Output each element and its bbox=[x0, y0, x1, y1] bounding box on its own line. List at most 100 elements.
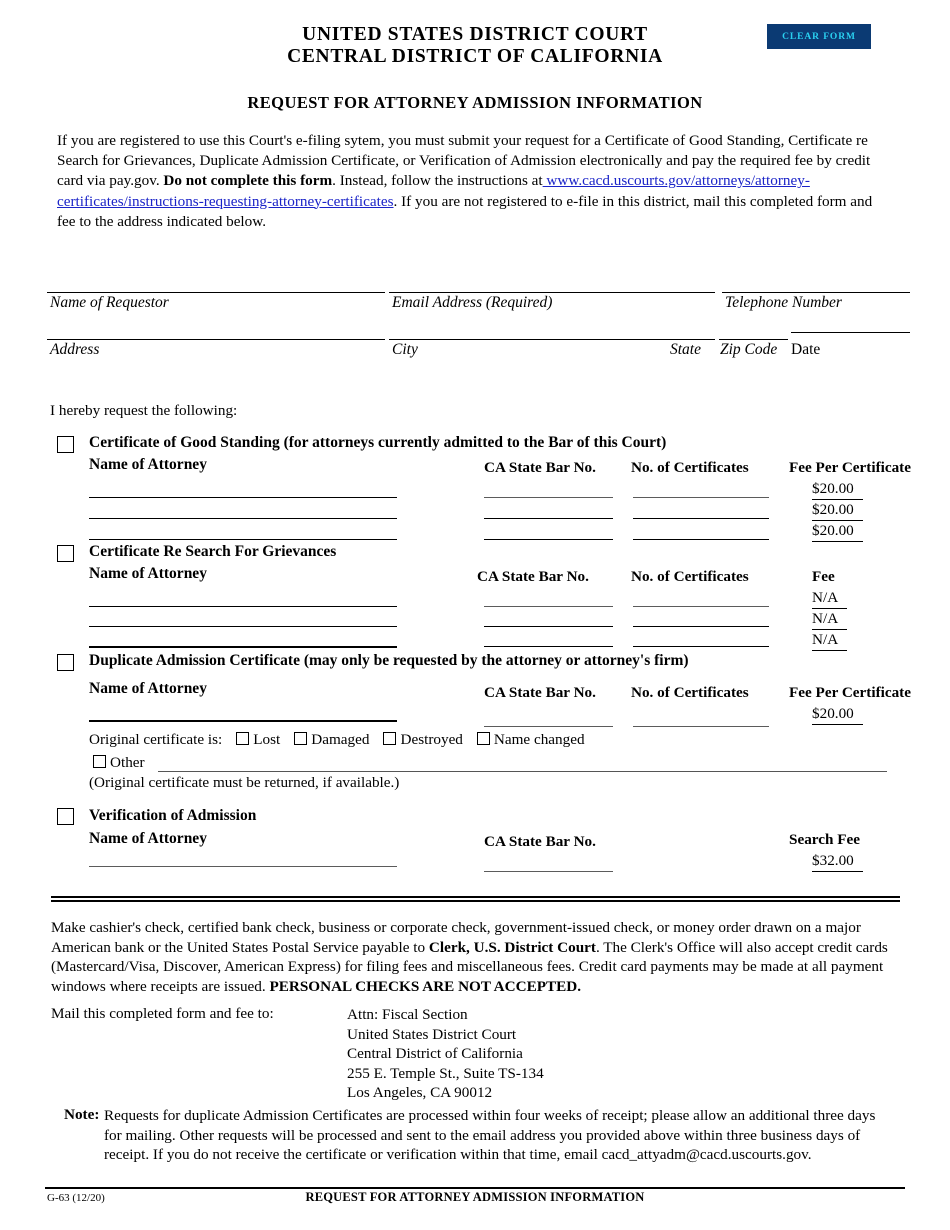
checkbox-name-changed[interactable] bbox=[476, 732, 490, 745]
mail-to-label: Mail this completed form and fee to: bbox=[51, 1005, 274, 1022]
bar-no-input-4-1[interactable] bbox=[484, 871, 613, 872]
section-title-grievances: Certificate Re Search For Grievances bbox=[89, 543, 337, 560]
attorney-name-input-3-1[interactable] bbox=[89, 720, 397, 722]
certificates-input-1-2[interactable] bbox=[633, 518, 769, 519]
certificates-input-2-1[interactable] bbox=[633, 606, 769, 607]
attorney-name-input-1-2[interactable] bbox=[89, 518, 397, 519]
search-fee-value: $32.00 bbox=[812, 852, 863, 872]
option-label-name-changed: Name changed bbox=[493, 731, 585, 748]
attorney-name-input-2-2[interactable] bbox=[89, 626, 397, 627]
fee-value-1-1: $20.00 bbox=[812, 480, 863, 500]
column-header-certificates-2: No. of Certificates bbox=[631, 568, 749, 585]
attorney-name-input-4-1[interactable] bbox=[89, 866, 397, 867]
bar-no-input-2-3[interactable] bbox=[484, 646, 613, 647]
form-page: UNITED STATES DISTRICT COURT CENTRAL DIS… bbox=[0, 0, 950, 1230]
name-of-attorney-label-1: Name of Attorney bbox=[89, 456, 207, 473]
column-header-search-fee: Search Fee bbox=[789, 831, 860, 848]
zip-code-line[interactable] bbox=[719, 339, 788, 340]
intro-bold-1: Do not complete this form bbox=[163, 172, 333, 190]
column-header-bar-no-1: CA State Bar No. bbox=[484, 459, 596, 476]
certificates-input-1-3[interactable] bbox=[633, 539, 769, 540]
bar-no-input-2-1[interactable] bbox=[484, 606, 613, 607]
bar-no-input-1-3[interactable] bbox=[484, 539, 613, 540]
original-certificate-row: Original certificate is: Lost Damaged Destr… bbox=[89, 731, 585, 749]
checkbox-certificate-re-search-grievances[interactable] bbox=[57, 545, 74, 562]
email-address-label: Email Address (Required) bbox=[392, 294, 553, 311]
bar-no-input-3-1[interactable] bbox=[484, 726, 613, 727]
section-title-good-standing: Certificate of Good Standing (for attorn… bbox=[89, 434, 667, 451]
intro-text-2: . Instead, follow the instructions at bbox=[332, 172, 543, 190]
date-label: Date bbox=[791, 341, 821, 358]
fee-value-2-3: N/A bbox=[812, 631, 848, 651]
section-title-verification: Verification of Admission bbox=[89, 807, 257, 824]
checkbox-duplicate-admission-certificate[interactable] bbox=[57, 654, 74, 671]
option-label-other: Other bbox=[110, 754, 145, 771]
name-of-requestor-label: Name of Requestor bbox=[50, 294, 169, 311]
bar-no-input-1-2[interactable] bbox=[484, 518, 613, 519]
original-return-note: (Original certificate must be returned, … bbox=[89, 774, 400, 791]
certificates-input-2-3[interactable] bbox=[633, 646, 769, 647]
footer-divider bbox=[45, 1187, 905, 1189]
section-divider-double-rule bbox=[51, 896, 900, 902]
name-of-attorney-label-3: Name of Attorney bbox=[89, 680, 207, 697]
zip-code-label: Zip Code bbox=[720, 341, 778, 358]
section-title-duplicate: Duplicate Admission Certificate (may onl… bbox=[89, 652, 689, 669]
checkbox-other[interactable] bbox=[93, 755, 106, 768]
intro-paragraph: If you are registered to use this Court'… bbox=[57, 131, 889, 232]
column-header-bar-no-2: CA State Bar No. bbox=[477, 568, 589, 585]
original-certificate-prompt: Original certificate is: bbox=[89, 731, 223, 748]
note-label: Note: bbox=[64, 1106, 100, 1123]
footer-title: REQUEST FOR ATTORNEY ADMISSION INFORMATI… bbox=[305, 1190, 645, 1204]
column-header-fee-2: Fee bbox=[812, 568, 835, 585]
other-text-input[interactable] bbox=[158, 771, 887, 772]
fee-value-1-2: $20.00 bbox=[812, 501, 863, 521]
column-header-bar-no-3: CA State Bar No. bbox=[484, 684, 596, 701]
payment-bold-payee: Clerk, U.S. District Court bbox=[428, 938, 596, 956]
city-state-line[interactable] bbox=[389, 339, 715, 340]
column-header-certificates-3: No. of Certificates bbox=[631, 684, 749, 701]
address-line[interactable] bbox=[47, 339, 385, 340]
hereby-request-label: I hereby request the following: bbox=[50, 402, 238, 419]
option-label-destroyed: Destroyed bbox=[400, 731, 463, 748]
address-label: Address bbox=[50, 341, 100, 358]
payment-instructions-paragraph: Make cashier's check, certified bank che… bbox=[51, 918, 896, 996]
address-line-3: Central District of California bbox=[347, 1045, 523, 1063]
note-body: Requests for duplicate Admission Certifi… bbox=[104, 1107, 876, 1164]
column-header-certificates-1: No. of Certificates bbox=[631, 459, 749, 476]
checkbox-verification-of-admission[interactable] bbox=[57, 808, 74, 825]
bar-no-input-2-2[interactable] bbox=[484, 626, 613, 627]
certificates-input-3-1[interactable] bbox=[633, 726, 769, 727]
option-label-lost: Lost bbox=[253, 731, 281, 748]
date-line[interactable] bbox=[791, 332, 910, 333]
attorney-name-input-2-1[interactable] bbox=[89, 606, 397, 607]
column-header-bar-no-4: CA State Bar No. bbox=[484, 833, 596, 850]
attorney-name-input-2-3[interactable] bbox=[89, 646, 397, 648]
certificates-input-2-2[interactable] bbox=[633, 626, 769, 627]
attorney-name-input-1-3[interactable] bbox=[89, 539, 397, 540]
fee-value-1-3: $20.00 bbox=[812, 522, 863, 542]
column-header-fee-3: Fee Per Certificate bbox=[789, 684, 911, 701]
option-label-damaged: Damaged bbox=[311, 731, 370, 748]
city-label: City bbox=[392, 341, 418, 358]
checkbox-destroyed[interactable] bbox=[383, 732, 397, 745]
address-line-2: United States District Court bbox=[347, 1025, 517, 1043]
checkbox-certificate-of-good-standing[interactable] bbox=[57, 436, 74, 453]
page-title: REQUEST FOR ATTORNEY ADMISSION INFORMATI… bbox=[247, 93, 703, 112]
fee-value-2-1: N/A bbox=[812, 589, 848, 609]
address-line-5: Los Angeles, CA 90012 bbox=[347, 1084, 493, 1102]
name-of-attorney-label-2: Name of Attorney bbox=[89, 565, 207, 582]
email-address-line[interactable] bbox=[389, 292, 715, 293]
bar-no-input-1-1[interactable] bbox=[484, 497, 613, 498]
checkbox-lost[interactable] bbox=[236, 732, 250, 745]
name-of-requestor-line[interactable] bbox=[47, 292, 385, 293]
attorney-name-input-1-1[interactable] bbox=[89, 497, 397, 498]
fee-value-3-1: $20.00 bbox=[812, 705, 863, 725]
other-option-row: Other bbox=[93, 754, 145, 772]
address-line-1: Attn: Fiscal Section bbox=[347, 1006, 468, 1023]
telephone-number-line[interactable] bbox=[722, 292, 910, 293]
state-label: State bbox=[670, 341, 701, 358]
telephone-number-label: Telephone Number bbox=[725, 294, 842, 311]
clear-form-button[interactable]: CLEAR FORM bbox=[767, 24, 871, 49]
certificates-input-1-1[interactable] bbox=[633, 497, 769, 498]
checkbox-damaged[interactable] bbox=[294, 732, 308, 745]
